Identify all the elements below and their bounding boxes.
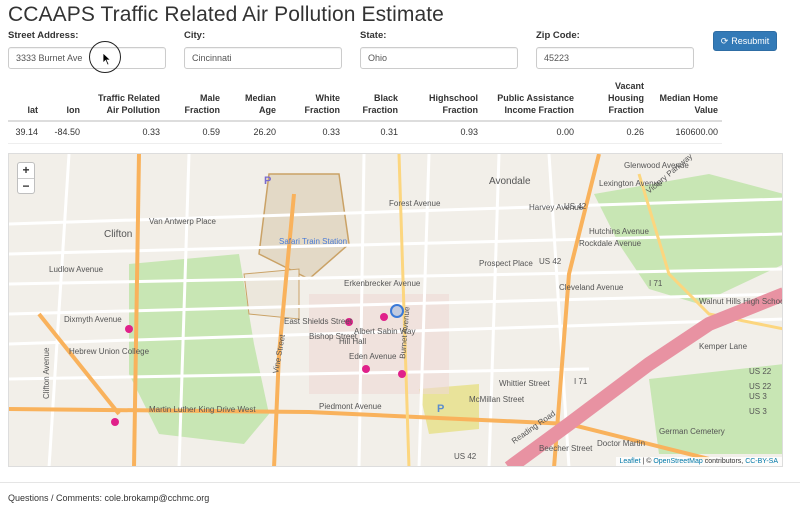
- map-label: German Cemetery: [659, 427, 725, 436]
- osm-link[interactable]: OpenStreetMap: [653, 458, 702, 465]
- table-cell: 160600.00: [648, 121, 722, 144]
- zoom-out-button[interactable]: −: [18, 178, 34, 193]
- map-label: US 42: [454, 452, 477, 461]
- table-cell: 26.20: [224, 121, 280, 144]
- col-header: Traffic Related Air Pollution: [84, 80, 164, 122]
- svg-text:P: P: [264, 175, 271, 187]
- map-label: Clifton: [104, 229, 132, 240]
- map-label: Glenwood Avenue: [624, 161, 689, 170]
- map-label: US 3: [749, 392, 767, 401]
- mouse-cursor-icon: [102, 52, 112, 66]
- street-address-field: Street Address: 3333 Burnet Ave: [8, 30, 166, 69]
- map-attribution: Leaflet | © OpenStreetMap contributors, …: [615, 457, 782, 466]
- attribution-contrib: contributors,: [702, 458, 746, 465]
- col-header: Median Age: [224, 80, 280, 122]
- map-label: Avondale: [489, 176, 531, 187]
- zoo-area: [258, 173, 350, 280]
- map-label: US 22: [749, 382, 772, 391]
- map[interactable]: P P Avondale Clifton Safari Train Statio…: [8, 153, 783, 467]
- resubmit-label: Resubmit: [731, 36, 770, 46]
- city-input[interactable]: Cincinnati: [184, 47, 342, 69]
- map-label: I 71: [574, 377, 588, 386]
- table-row: 39.14 -84.50 0.33 0.59 26.20 0.33 0.31 0…: [8, 121, 722, 144]
- footer-divider: [0, 482, 800, 483]
- col-header: lon: [42, 80, 84, 122]
- table-cell: 39.14: [8, 121, 42, 144]
- map-label: Martin Luther King Drive West: [149, 405, 256, 414]
- map-label: US 42: [539, 257, 562, 266]
- map-label: Prospect Place: [479, 259, 533, 268]
- state-input[interactable]: Ohio: [360, 47, 518, 69]
- map-label: Doctor Martin: [597, 439, 645, 448]
- map-label: Hutchins Avenue: [589, 227, 649, 236]
- map-label: Hebrew Union College: [69, 347, 150, 356]
- city-field: City: Cincinnati: [184, 30, 342, 69]
- map-label: McMillan Street: [469, 395, 525, 404]
- map-label: Cleveland Avenue: [559, 283, 624, 292]
- map-label: Whittier Street: [499, 379, 550, 388]
- map-label: Piedmont Avenue: [319, 402, 382, 411]
- col-header: Public Assistance Income Fraction: [482, 80, 578, 122]
- results-header-row: lat lon Traffic Related Air Pollution Ma…: [8, 80, 722, 122]
- footer-text: Questions / Comments: cole.brokamp@cchmc…: [8, 493, 210, 503]
- col-header: lat: [8, 80, 42, 122]
- map-label: Dixmyth Avenue: [64, 315, 122, 324]
- map-label: Kemper Lane: [699, 342, 748, 351]
- map-label: Forest Avenue: [389, 199, 441, 208]
- city-label: City:: [184, 30, 206, 41]
- state-label: State:: [360, 30, 387, 41]
- col-header: White Fraction: [280, 80, 344, 122]
- zoo-area: [243, 268, 300, 320]
- map-label: Ludlow Avenue: [49, 265, 104, 274]
- results-table: lat lon Traffic Related Air Pollution Ma…: [8, 80, 722, 144]
- map-label: Walnut Hills High School: [699, 297, 783, 306]
- col-header: Vacant Housing Fraction: [578, 80, 648, 122]
- map-label: Van Antwerp Place: [149, 217, 217, 226]
- map-label: Albert Sabin Way: [354, 327, 416, 336]
- zip-code-field: Zip Code: 45223: [536, 30, 694, 69]
- map-label: Beecher Street: [539, 444, 593, 453]
- table-cell: 0.59: [164, 121, 224, 144]
- table-cell: -84.50: [42, 121, 84, 144]
- col-header: Black Fraction: [344, 80, 402, 122]
- map-label: Rockdale Avenue: [579, 239, 642, 248]
- col-header: Median Home Value: [648, 80, 722, 122]
- table-cell: 0.93: [402, 121, 482, 144]
- map-label: Eden Avenue: [349, 352, 397, 361]
- zoom-control: + −: [17, 162, 35, 194]
- map-label: I 71: [649, 279, 663, 288]
- leaflet-link[interactable]: Leaflet: [620, 458, 641, 465]
- map-label: Vine Street: [271, 333, 287, 374]
- table-cell: 0.31: [344, 121, 402, 144]
- license-link[interactable]: CC-BY-SA: [745, 458, 778, 465]
- street-address-label: Street Address:: [8, 30, 79, 41]
- map-label: US 3: [749, 407, 767, 416]
- map-label: Harvey Avenue: [529, 203, 584, 212]
- map-label: Safari Train Station: [279, 237, 347, 246]
- street-address-input[interactable]: 3333 Burnet Ave: [8, 47, 166, 69]
- col-header: Male Fraction: [164, 80, 224, 122]
- table-cell: 0.26: [578, 121, 648, 144]
- map-tiles[interactable]: P P Avondale Clifton Safari Train Statio…: [9, 154, 783, 467]
- state-field: State: Ohio: [360, 30, 518, 69]
- map-label: Lexington Avenue: [599, 179, 663, 188]
- map-label: East Shields Street: [284, 317, 353, 326]
- map-label: Clifton Avenue: [42, 347, 51, 399]
- attribution-sep: | ©: [640, 458, 654, 465]
- map-label: Hill Hall: [339, 337, 366, 346]
- zip-code-input[interactable]: 45223: [536, 47, 694, 69]
- table-cell: 0.00: [482, 121, 578, 144]
- hospital-area: [309, 294, 449, 394]
- map-label: Erkenbrecker Avenue: [344, 279, 421, 288]
- zoom-in-button[interactable]: +: [18, 163, 34, 178]
- refresh-icon: ⟳: [720, 35, 729, 46]
- zip-code-label: Zip Code:: [536, 30, 580, 41]
- col-header: Highschool Fraction: [402, 80, 482, 122]
- svg-text:P: P: [437, 403, 444, 415]
- table-cell: 0.33: [84, 121, 164, 144]
- page-title: CCAAPS Traffic Related Air Pollution Est…: [8, 3, 444, 26]
- map-label: US 22: [749, 367, 772, 376]
- resubmit-button[interactable]: ⟳ Resubmit: [713, 31, 777, 51]
- table-cell: 0.33: [280, 121, 344, 144]
